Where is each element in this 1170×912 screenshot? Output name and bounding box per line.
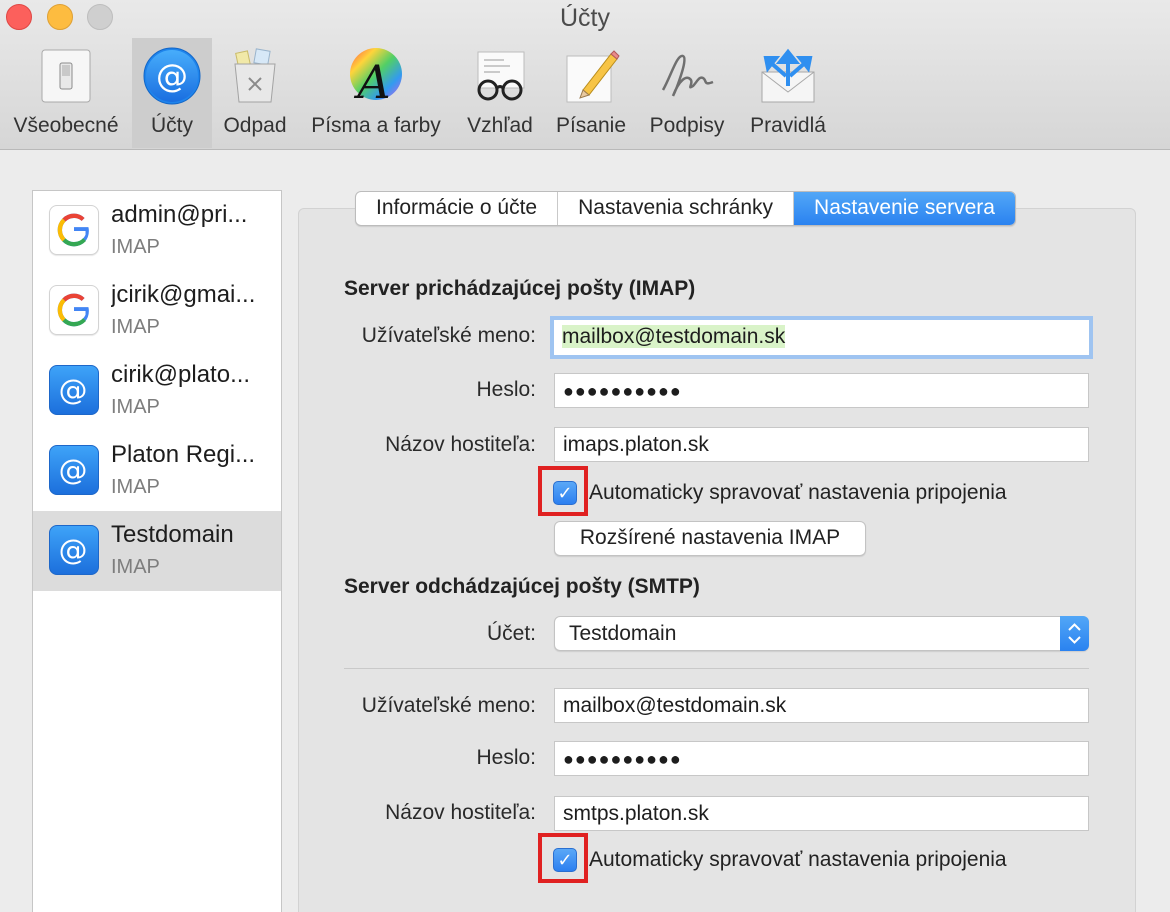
toolbar-label: Pravidlá <box>750 114 826 137</box>
outgoing-auto-checkbox[interactable]: ✓ <box>553 848 577 872</box>
toolbar-item-general[interactable]: Všeobecné <box>0 38 132 148</box>
toolbar-item-fonts-colors[interactable]: A Písma a farby <box>300 38 452 148</box>
pencil-icon <box>566 50 620 103</box>
color-font-icon: A <box>350 48 402 106</box>
outgoing-password-label: Heslo: <box>476 746 536 769</box>
toolbar-label: Všeobecné <box>13 114 119 137</box>
svg-text:@: @ <box>59 453 88 487</box>
toolbar-item-junk[interactable]: Odpad <box>214 38 296 148</box>
trash-icon <box>234 48 276 103</box>
svg-text:@: @ <box>156 57 188 95</box>
tab-mailbox-behaviors[interactable]: Nastavenia schránky <box>558 192 795 225</box>
google-icon <box>49 205 99 255</box>
account-type: IMAP <box>111 556 160 578</box>
toolbar-label: Písma a farby <box>311 114 441 137</box>
incoming-username-value: mailbox@testdomain.sk <box>562 325 786 348</box>
account-name: admin@pri... <box>111 201 248 228</box>
incoming-username-field[interactable]: mailbox@testdomain.sk <box>550 316 1093 359</box>
toolbar-item-composing[interactable]: Písanie <box>550 38 632 148</box>
outgoing-auto-label: Automaticky spravovať nastavenia pripoje… <box>589 848 1007 871</box>
toolbar-label: Účty <box>151 114 193 137</box>
tab-account-info[interactable]: Informácie o účte <box>356 192 559 225</box>
incoming-host-field[interactable]: imaps.platon.sk <box>554 427 1089 462</box>
account-type: IMAP <box>111 476 160 498</box>
tab-server-settings[interactable]: Nastavenie servera <box>794 192 1015 225</box>
toolbar-item-viewing[interactable]: Vzhľad <box>460 38 540 148</box>
outgoing-host-label: Názov hostiteľa: <box>385 801 536 824</box>
incoming-password-label: Heslo: <box>476 378 536 401</box>
svg-text:@: @ <box>59 533 88 567</box>
toolbar-item-rules[interactable]: Pravidlá <box>742 38 834 148</box>
incoming-auto-label: Automaticky spravovať nastavenia pripoje… <box>589 481 1007 504</box>
at-icon: @ <box>143 47 201 105</box>
outgoing-username-label: Užívateľské meno: <box>361 694 536 717</box>
toolbar-label: Podpisy <box>649 114 725 137</box>
divider <box>344 668 1089 669</box>
outgoing-username-field[interactable]: mailbox@testdomain.sk <box>554 688 1089 723</box>
rules-envelope-icon <box>761 48 815 103</box>
outgoing-password-field[interactable]: ●●●●●●●●●● <box>554 741 1089 776</box>
svg-text:A: A <box>353 55 390 106</box>
toolbar-label: Vzhľad <box>467 114 533 137</box>
incoming-host-label: Názov hostiteľa: <box>385 433 536 456</box>
outgoing-account-value: Testdomain <box>569 622 677 645</box>
outgoing-account-select[interactable]: Testdomain <box>554 616 1089 651</box>
incoming-password-field[interactable]: ●●●●●●●●●● <box>554 373 1089 408</box>
outgoing-account-label: Účet: <box>486 622 536 645</box>
toolbar-label: Písanie <box>555 114 627 137</box>
chevron-up-down-icon <box>1060 616 1089 651</box>
outgoing-host-field[interactable]: smtps.platon.sk <box>554 796 1089 831</box>
signature-icon <box>661 54 714 97</box>
toolbar-item-signatures[interactable]: Podpisy <box>640 38 734 148</box>
incoming-username-label: Užívateľské meno: <box>361 324 536 347</box>
account-item[interactable]: admin@pri... IMAP <box>33 191 281 271</box>
segmented-tabs: Informácie o účte Nastavenia schránky Na… <box>355 191 1016 226</box>
account-item-selected[interactable]: @ Testdomain IMAP <box>33 511 281 591</box>
toolbar: Účty Všeobecné @ Účty Odpad A Písma a fa… <box>0 0 1170 150</box>
at-icon: @ <box>49 525 99 575</box>
incoming-auto-checkbox[interactable]: ✓ <box>553 481 577 505</box>
incoming-section-title: Server prichádzajúcej pošty (IMAP) <box>344 277 696 300</box>
toolbar-item-accounts[interactable]: @ Účty <box>132 38 212 148</box>
toolbar-label: Odpad <box>223 114 287 137</box>
switch-icon <box>41 49 91 103</box>
advanced-imap-button[interactable]: Rozšírené nastavenia IMAP <box>554 521 866 556</box>
glasses-icon <box>477 51 525 101</box>
account-name: Testdomain <box>111 521 234 548</box>
window-title: Účty <box>560 4 610 32</box>
account-type: IMAP <box>111 236 160 258</box>
outgoing-section-title: Server odchádzajúcej pošty (SMTP) <box>344 575 700 598</box>
account-name: jcirik@gmai... <box>111 281 256 308</box>
